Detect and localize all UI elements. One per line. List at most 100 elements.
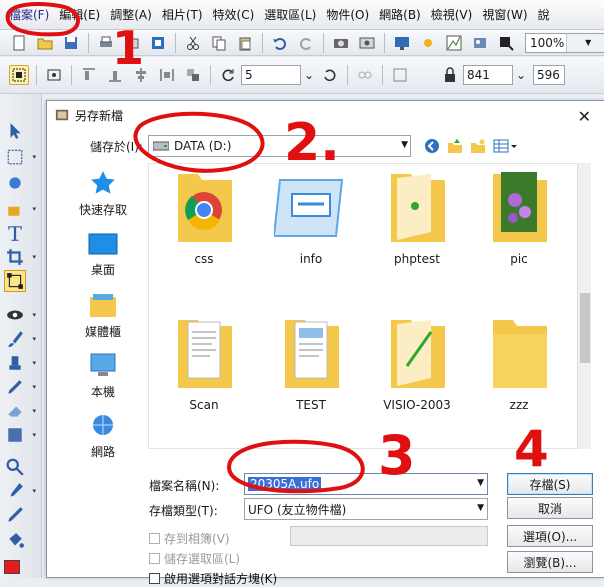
- save-to-album-checkbox[interactable]: 存到相簿(V): [149, 530, 230, 547]
- new-folder-icon[interactable]: [469, 137, 487, 155]
- checkbox-box[interactable]: [149, 533, 160, 544]
- transform-icon[interactable]: [44, 65, 64, 85]
- zoom-select[interactable]: 100% ▼: [525, 33, 604, 53]
- chevron-down-icon[interactable]: ▼: [477, 478, 484, 488]
- folder-item-phptest[interactable]: phptest: [367, 170, 467, 266]
- menu-view[interactable]: 檢視(V): [426, 4, 478, 26]
- retouch-tool-icon[interactable]: ▾: [4, 376, 26, 398]
- save-button[interactable]: 存檔(S): [507, 473, 593, 495]
- filename-input[interactable]: 20305A.ufo ▼: [244, 473, 488, 495]
- back-icon[interactable]: [423, 137, 441, 155]
- cancel-button[interactable]: 取消: [507, 497, 593, 519]
- align-top-icon[interactable]: [79, 65, 99, 85]
- brightness-icon[interactable]: [418, 33, 438, 53]
- place-this-pc[interactable]: 本機: [61, 353, 145, 400]
- save-icon[interactable]: [61, 33, 81, 53]
- cut-icon[interactable]: [183, 33, 203, 53]
- screenshot-icon[interactable]: [357, 33, 377, 53]
- menu-selection[interactable]: 選取區(L): [259, 4, 321, 26]
- menu-edit[interactable]: 編輯(E): [54, 4, 105, 26]
- copy-icon[interactable]: [209, 33, 229, 53]
- filetype-select[interactable]: UFO (友立物件檔) ▼: [244, 498, 488, 520]
- arrow-tool-icon[interactable]: [4, 120, 26, 142]
- redo-icon[interactable]: [296, 33, 316, 53]
- folder-item-visio[interactable]: VISIO-2003: [367, 316, 467, 412]
- rotate-right-icon[interactable]: [320, 65, 340, 85]
- folder-item-info[interactable]: info: [261, 170, 361, 266]
- print-icon[interactable]: [96, 33, 116, 53]
- camera-icon[interactable]: [331, 33, 351, 53]
- selection-tool-icon[interactable]: ▾: [4, 146, 26, 168]
- scan-icon[interactable]: [122, 33, 142, 53]
- paste-icon[interactable]: [235, 33, 255, 53]
- grid-icon[interactable]: [390, 65, 410, 85]
- new-file-icon[interactable]: [9, 33, 29, 53]
- chevron-down-icon[interactable]: ▼: [566, 34, 604, 52]
- red-eye-tool-icon[interactable]: ▾: [4, 304, 26, 326]
- folder-item-zzz[interactable]: zzz: [469, 316, 569, 412]
- options-button[interactable]: 選項(O)...: [507, 525, 593, 547]
- magic-wand-icon[interactable]: [4, 172, 26, 194]
- menu-photo[interactable]: 相片(T): [157, 4, 208, 26]
- zoom-tool-icon[interactable]: [4, 456, 26, 478]
- width-input[interactable]: 841: [463, 65, 513, 85]
- eraser-tool-icon[interactable]: ▾: [4, 400, 26, 422]
- browse-button[interactable]: 瀏覽(B)...: [507, 551, 593, 573]
- menu-web[interactable]: 網路(B): [374, 4, 426, 26]
- spin-up-icon[interactable]: ⌄: [302, 65, 316, 85]
- checkbox-box[interactable]: [149, 573, 160, 584]
- scrollbar-thumb[interactable]: [580, 293, 590, 363]
- lock-icon[interactable]: [440, 65, 460, 85]
- menu-adjust[interactable]: 調整(A): [105, 4, 157, 26]
- text-tool-icon[interactable]: [4, 222, 26, 244]
- rotate-icon[interactable]: [218, 65, 238, 85]
- menu-window[interactable]: 視窗(W): [477, 4, 532, 26]
- close-icon[interactable]: ✕: [578, 107, 591, 126]
- menu-file[interactable]: 檔案(F): [4, 4, 54, 26]
- undo-icon[interactable]: [270, 33, 290, 53]
- pick-tool-icon[interactable]: [9, 65, 29, 85]
- file-list-scrollbar[interactable]: [577, 163, 591, 449]
- folder-item-pic[interactable]: pic: [469, 170, 569, 266]
- monitor-icon[interactable]: [392, 33, 412, 53]
- bucket-tool-icon[interactable]: [4, 530, 26, 552]
- chevron-down-icon[interactable]: ▼: [401, 140, 408, 150]
- acquire-icon[interactable]: [148, 33, 168, 53]
- menu-help[interactable]: 說: [533, 4, 555, 26]
- foreground-color-swatch[interactable]: [4, 560, 20, 574]
- options-dialog-checkbox[interactable]: 啟用選項對話方塊(K): [149, 570, 277, 587]
- histogram-icon[interactable]: [444, 33, 464, 53]
- folder-item-scan[interactable]: Scan: [154, 316, 254, 412]
- save-selection-checkbox[interactable]: 儲存選取區(L): [149, 550, 240, 567]
- eyedropper-icon[interactable]: ▾: [4, 480, 26, 502]
- crop-tool-icon[interactable]: ▾: [4, 246, 26, 268]
- spin-icon[interactable]: ⌄: [514, 65, 528, 85]
- menu-object[interactable]: 物件(O): [321, 4, 374, 26]
- checkbox-box[interactable]: [149, 553, 160, 564]
- view-menu-icon[interactable]: [492, 137, 518, 155]
- place-quick-access[interactable]: 快速存取: [61, 169, 145, 218]
- height-input[interactable]: 596: [533, 65, 565, 85]
- align-bottom-icon[interactable]: [105, 65, 125, 85]
- place-libraries[interactable]: 媒體櫃: [61, 293, 145, 340]
- open-file-icon[interactable]: [35, 33, 55, 53]
- place-network[interactable]: 網路: [61, 413, 145, 460]
- pen-tool-icon[interactable]: [4, 504, 26, 526]
- fill-tool-icon[interactable]: ▾: [4, 198, 26, 220]
- align-center-icon[interactable]: [131, 65, 151, 85]
- link-icon[interactable]: [355, 65, 375, 85]
- paint-brush-icon[interactable]: ▾: [4, 328, 26, 350]
- folder-item-test[interactable]: TEST: [261, 316, 361, 412]
- transform-tool-icon[interactable]: [4, 270, 26, 292]
- rotate-degree-input[interactable]: 5: [241, 65, 301, 85]
- distribute-icon[interactable]: [157, 65, 177, 85]
- up-folder-icon[interactable]: [446, 137, 464, 155]
- save-in-dropdown[interactable]: DATA (D:) ▼: [148, 135, 411, 157]
- clone-tool-icon[interactable]: ▾: [4, 352, 26, 374]
- shape-tool-icon[interactable]: ▾: [4, 424, 26, 446]
- place-desktop[interactable]: 桌面: [61, 233, 145, 278]
- object-icon[interactable]: [496, 33, 516, 53]
- effects-icon[interactable]: [470, 33, 490, 53]
- chevron-down-icon[interactable]: ▼: [477, 503, 484, 513]
- group-icon[interactable]: [183, 65, 203, 85]
